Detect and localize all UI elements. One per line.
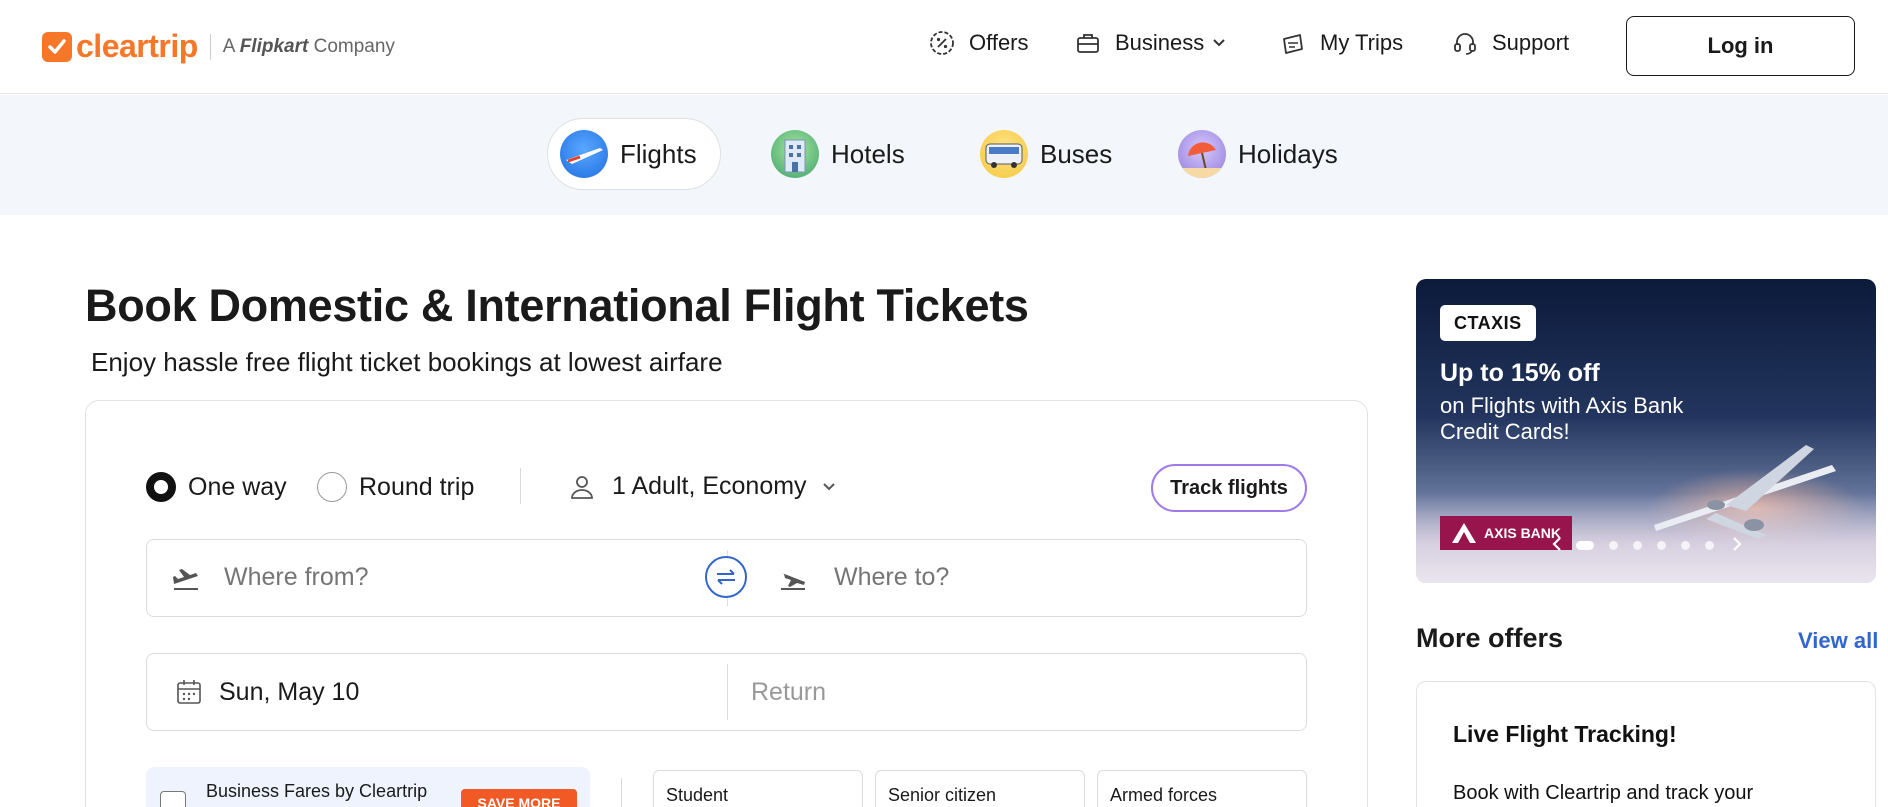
radio-selected	[146, 472, 176, 502]
page-title: Book Domestic & International Flight Tic…	[85, 280, 1029, 331]
calendar-icon	[177, 680, 201, 704]
chevron-left-icon[interactable]	[1548, 535, 1566, 553]
cleartrip-logo[interactable]: cleartrip A Flipkart Company	[42, 28, 395, 65]
carousel-dot[interactable]	[1633, 541, 1642, 550]
tab-hotels-label: Hotels	[831, 138, 905, 169]
top-header: cleartrip A Flipkart Company Offers Busi…	[0, 0, 1888, 94]
trip-type-one-way[interactable]: One way	[146, 472, 287, 502]
logo-text: cleartrip	[76, 28, 198, 64]
trips-icon	[1283, 34, 1303, 54]
tab-flights-label: Flights	[620, 138, 697, 169]
passenger-class-value: 1 Adult, Economy	[612, 472, 807, 500]
carousel-indicators	[1576, 541, 1729, 550]
carousel-dot[interactable]	[1681, 541, 1690, 550]
offers-icon	[930, 31, 954, 55]
offer-card-title: Live Flight Tracking!	[1453, 721, 1677, 747]
nav-offers-label: Offers	[969, 30, 1029, 55]
page-subtitle: Enjoy hassle free flight ticket bookings…	[91, 347, 723, 377]
depart-date-value: Sun, May 10	[219, 678, 360, 706]
business-fares-checkbox[interactable]	[160, 791, 186, 807]
tab-buses[interactable]: Buses	[968, 118, 1124, 190]
to-input[interactable]	[834, 563, 1294, 592]
tab-holidays-label: Holidays	[1238, 138, 1338, 169]
business-fares-option[interactable]: Business Fares by Cleartrip SAVE MORE	[146, 767, 590, 807]
nav-business[interactable]: Business	[1075, 30, 1226, 56]
depart-date-field[interactable]: Sun, May 10	[147, 654, 725, 730]
chevron-down-icon	[1213, 39, 1225, 47]
nav-my-trips[interactable]: My Trips	[1280, 30, 1403, 56]
return-placeholder: Return	[751, 678, 827, 706]
nav-business-label: Business	[1115, 30, 1205, 55]
offer-card-text: Book with Cleartrip and track your	[1453, 782, 1754, 804]
round-trip-label: Round trip	[359, 472, 475, 501]
chevron-down-icon	[822, 482, 835, 490]
from-input[interactable]	[224, 563, 684, 592]
swap-button[interactable]	[705, 556, 747, 598]
offer-card[interactable]: Live Flight Tracking! Book with Cleartri…	[1416, 681, 1876, 807]
flight-icon	[560, 130, 608, 178]
carousel-dot-active[interactable]	[1576, 541, 1594, 550]
return-date-field[interactable]: Return	[727, 654, 1305, 730]
takeoff-icon	[173, 569, 198, 590]
fare-student[interactable]: Student	[653, 770, 863, 807]
person-icon	[571, 475, 593, 499]
nav-my-trips-label: My Trips	[1320, 30, 1404, 55]
more-offers-heading: More offers	[1416, 623, 1564, 653]
swap-arrows-icon	[717, 569, 735, 585]
business-fares-label: Business Fares by Cleartrip	[206, 781, 428, 801]
passenger-class-selector[interactable]: 1 Adult, Economy	[568, 472, 837, 501]
logo-check-icon	[42, 31, 72, 62]
airplane-image	[1654, 445, 1836, 539]
divider	[621, 778, 622, 807]
logo-divider	[209, 33, 211, 60]
tab-hotels[interactable]: Hotels	[759, 118, 917, 190]
chevron-right-icon[interactable]	[1728, 535, 1746, 553]
landing-icon	[781, 573, 805, 590]
promo-banner[interactable]: CTAXIS Up to 15% off on Flights with Axi…	[1416, 279, 1876, 583]
hotel-icon	[771, 130, 819, 178]
headset-icon	[1454, 33, 1476, 55]
nav-support-label: Support	[1492, 30, 1570, 55]
fare-senior-citizen[interactable]: Senior citizen	[875, 770, 1085, 807]
one-way-label: One way	[188, 472, 287, 501]
carousel-dot[interactable]	[1609, 541, 1618, 550]
promo-headline: Up to 15% off	[1440, 359, 1600, 387]
tab-flights[interactable]: Flights	[547, 118, 721, 190]
category-band	[0, 95, 1888, 215]
tab-holidays[interactable]: Holidays	[1166, 118, 1350, 190]
save-more-badge: SAVE MORE	[461, 789, 577, 807]
carousel-dot[interactable]	[1657, 541, 1666, 550]
promo-code: CTAXIS	[1440, 305, 1536, 341]
trip-type-round-trip[interactable]: Round trip	[317, 472, 474, 502]
beach-umbrella-icon	[1178, 130, 1226, 178]
briefcase-icon	[1077, 34, 1099, 53]
track-flights-button[interactable]: Track flights	[1151, 464, 1307, 512]
carousel-dot[interactable]	[1705, 541, 1714, 550]
nav-offers[interactable]: Offers	[929, 30, 1029, 56]
divider	[520, 468, 521, 504]
tab-buses-label: Buses	[1040, 138, 1113, 169]
logo-tagline: A Flipkart Company	[222, 35, 395, 57]
login-button[interactable]: Log in	[1626, 16, 1855, 76]
radio-unselected	[317, 472, 347, 502]
nav-support[interactable]: Support	[1452, 30, 1569, 56]
view-all-link[interactable]: View all	[1798, 628, 1878, 654]
axis-bank-icon	[1452, 523, 1476, 543]
promo-details: on Flights with Axis Bank Credit Cards!	[1440, 393, 1684, 444]
fare-armed-forces[interactable]: Armed forces	[1097, 770, 1307, 807]
bus-icon	[980, 130, 1028, 178]
